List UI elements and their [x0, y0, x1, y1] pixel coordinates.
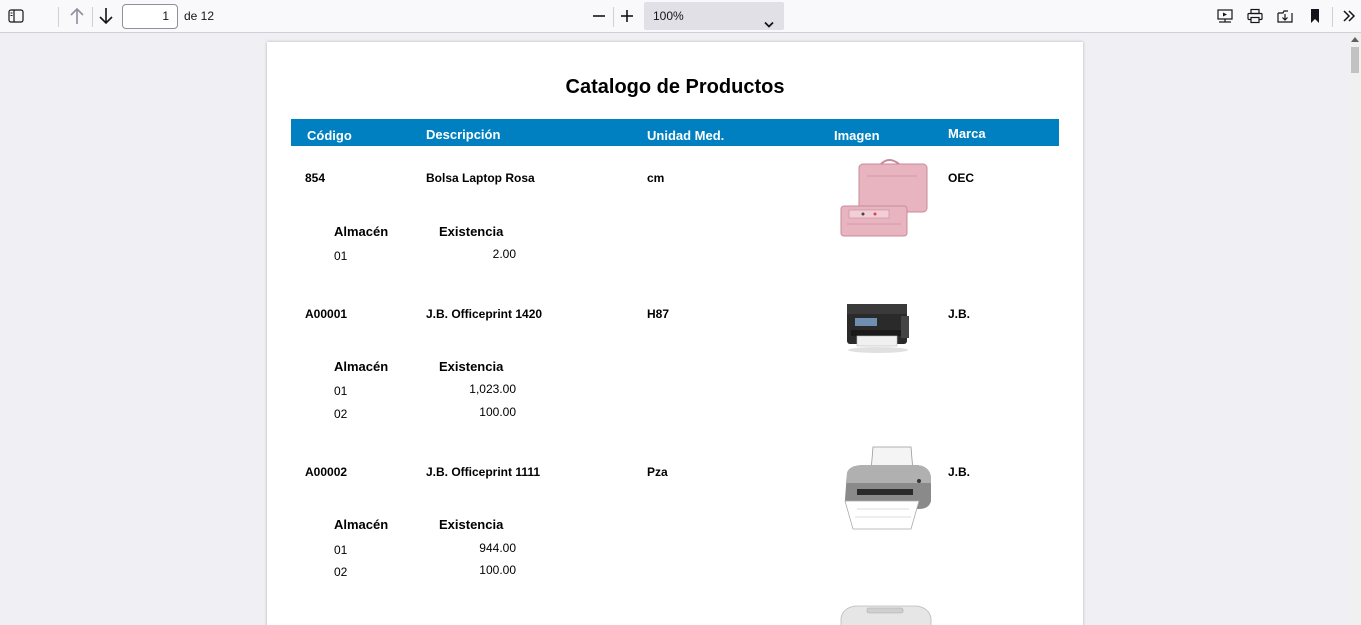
product-image-black-inkjet-printer [841, 292, 915, 367]
save-download-icon[interactable] [1274, 5, 1296, 27]
zoom-select[interactable]: 100% [644, 2, 784, 30]
sidebar-toggle-icon[interactable] [4, 5, 28, 27]
stock-almacen: 01 [334, 543, 348, 557]
stock-header-almacen: Almacén [334, 224, 389, 239]
header-descripcion: Descripción [426, 127, 501, 142]
zoom-in-icon[interactable] [616, 5, 638, 27]
stock-existencia: 2.00 [492, 247, 516, 261]
product-marca: J.B. [948, 465, 971, 479]
toolbar-divider [613, 7, 614, 27]
toolbar-divider [58, 7, 59, 27]
print-icon[interactable] [1244, 5, 1266, 27]
stock-almacen: 01 [334, 249, 348, 263]
product-codigo: A00002 [305, 465, 348, 479]
product-unidad: H87 [647, 307, 670, 321]
tools-menu-icon[interactable] [1338, 5, 1360, 27]
stock-existencia: 944.00 [479, 541, 516, 555]
presentation-mode-icon[interactable] [1214, 5, 1236, 27]
product-marca: OEC [948, 171, 975, 185]
product-codigo: 854 [305, 171, 326, 185]
vertical-scrollbar[interactable] [1349, 33, 1361, 625]
product-image-pink-laptop-bag [837, 158, 931, 249]
document-viewer[interactable]: Catalogo de Productos Código Descripción… [0, 33, 1349, 625]
product-unidad: cm [647, 171, 665, 185]
product-image-grey-photo-printer [839, 443, 935, 538]
product-image-white-laser-printer [837, 598, 933, 625]
stock-almacen: 01 [334, 384, 348, 398]
stock-almacen: 02 [334, 565, 348, 579]
header-codigo: Código [307, 128, 352, 143]
stock-header-existencia: Existencia [439, 224, 504, 239]
table-header: Código Descripción Unidad Med. Imagen Ma… [291, 119, 1059, 146]
previous-page-icon[interactable] [66, 5, 88, 27]
page-number-input[interactable]: 1 [122, 4, 178, 29]
toolbar-divider [1332, 7, 1333, 27]
product-descripcion: J.B. Officeprint 1111 [426, 465, 541, 479]
stock-existencia: 1,023.00 [469, 382, 516, 396]
page-title: Catalogo de Productos [565, 76, 785, 98]
stock-almacen: 02 [334, 407, 348, 421]
stock-header-almacen: Almacén [334, 359, 389, 374]
pdf-page: Catalogo de Productos Código Descripción… [267, 42, 1083, 625]
product-codigo: A00001 [305, 307, 348, 321]
stock-header-existencia: Existencia [439, 359, 504, 374]
stock-existencia: 100.00 [479, 563, 516, 577]
scroll-up-arrow-icon[interactable] [1351, 37, 1359, 42]
zoom-out-icon[interactable] [588, 5, 610, 27]
header-unidad: Unidad Med. [647, 128, 725, 143]
next-page-icon[interactable] [95, 5, 117, 27]
bookmark-icon[interactable] [1304, 5, 1326, 27]
product-unidad: Pza [647, 465, 668, 479]
stock-header-existencia: Existencia [439, 517, 504, 532]
header-marca: Marca [948, 126, 986, 141]
scrollbar-thumb[interactable] [1351, 47, 1359, 73]
header-imagen: Imagen [834, 128, 880, 143]
toolbar-divider [92, 7, 93, 27]
zoom-value: 100% [653, 9, 684, 23]
product-marca: J.B. [948, 307, 971, 321]
stock-header-almacen: Almacén [334, 517, 389, 532]
pdf-toolbar: 1 de 12 100% [0, 0, 1361, 33]
stock-existencia: 100.00 [479, 405, 516, 419]
page-total-label: de 12 [184, 9, 215, 23]
product-descripcion: J.B. Officeprint 1420 [426, 307, 543, 321]
product-descripcion: Bolsa Laptop Rosa [426, 171, 535, 185]
